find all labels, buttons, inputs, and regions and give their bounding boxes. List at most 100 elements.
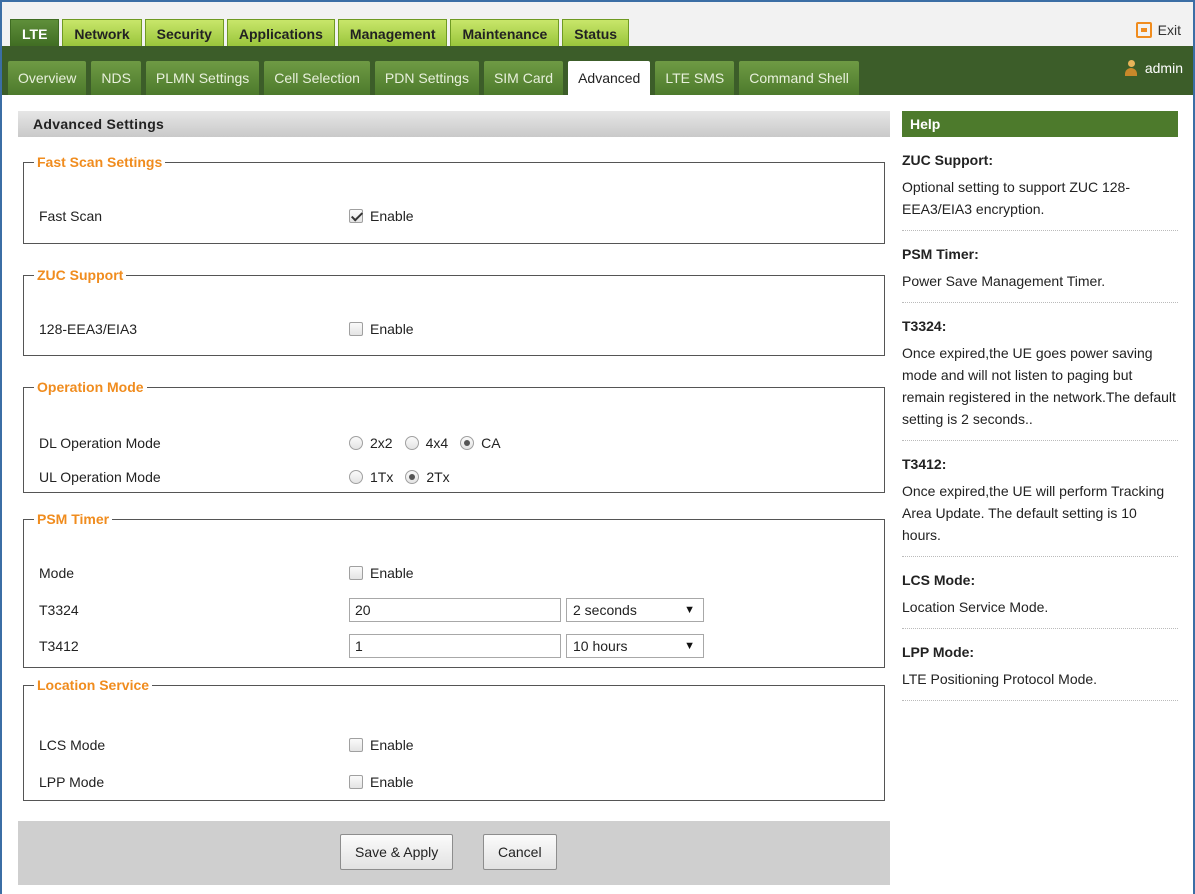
ul-option-1tx[interactable]: 1Tx <box>349 469 393 485</box>
location-service-group: Location Service LCS Mode Enable LPP Mod… <box>23 677 885 801</box>
action-bar: Save & Apply Cancel <box>18 821 890 885</box>
operation-mode-group: Operation Mode DL Operation Mode 2x2 4x4… <box>23 379 885 493</box>
exit-label: Exit <box>1157 22 1181 38</box>
t3412-input[interactable] <box>349 634 561 658</box>
lcs-mode-label: LCS Mode <box>39 737 106 753</box>
fast-scan-label: Fast Scan <box>39 208 103 224</box>
help-item-text: Power Save Management Timer. <box>902 273 1106 289</box>
subtab-nds[interactable]: NDS <box>91 61 141 95</box>
lpp-mode-label: LPP Mode <box>39 774 105 790</box>
psm-mode-enable[interactable]: Enable <box>349 565 414 581</box>
t3324-input[interactable] <box>349 598 561 622</box>
zuc-support-group: ZUC Support 128-EEA3/EIA3 Enable <box>23 267 885 356</box>
ul-2tx-label: 2Tx <box>426 469 450 485</box>
dl-2x2-radio[interactable] <box>349 436 363 450</box>
lpp-mode-enable[interactable]: Enable <box>349 774 414 790</box>
lpp-mode-checkbox[interactable] <box>349 775 363 789</box>
tab-maintenance[interactable]: Maintenance <box>450 19 560 47</box>
help-item-text: Once expired,the UE goes power saving mo… <box>902 345 1176 427</box>
user-name: admin <box>1144 60 1183 76</box>
fast-scan-enable[interactable]: Enable <box>349 208 414 224</box>
help-item-text: Once expired,the UE will perform Trackin… <box>902 483 1165 543</box>
subtab-pdn-settings[interactable]: PDN Settings <box>374 61 479 95</box>
help-item-title: T3412: <box>902 456 947 472</box>
zuc-checkbox[interactable] <box>349 322 363 336</box>
help-item-title: PSM Timer: <box>902 246 979 262</box>
chevron-down-icon: ▼ <box>684 640 695 652</box>
tab-status[interactable]: Status <box>562 19 630 47</box>
zuc-support-legend: ZUC Support <box>37 267 124 283</box>
subtab-sim-card[interactable]: SIM Card <box>483 61 564 95</box>
dl-ca-radio[interactable] <box>460 436 475 450</box>
help-title: Help <box>902 111 1178 137</box>
exit-button[interactable]: Exit <box>1135 22 1181 38</box>
t3324-unit-value: 2 seconds <box>573 602 637 618</box>
fast-scan-enable-label: Enable <box>370 208 414 224</box>
help-item-title: T3324: <box>902 318 947 334</box>
tab-security[interactable]: Security <box>144 19 224 47</box>
psm-timer-group: PSM Timer Mode Enable T3324 2 seconds ▼ … <box>23 511 885 668</box>
zuc-enable[interactable]: Enable <box>349 321 414 337</box>
zuc-enable-label: Enable <box>370 321 414 337</box>
subtab-advanced[interactable]: Advanced <box>568 61 651 95</box>
fast-scan-checkbox[interactable] <box>349 209 363 223</box>
lcs-mode-enable[interactable]: Enable <box>349 737 414 753</box>
zuc-label: 128-EEA3/EIA3 <box>39 321 138 337</box>
save-apply-button[interactable]: Save & Apply <box>340 834 454 870</box>
ul-1tx-radio[interactable] <box>349 470 363 484</box>
lcs-mode-enable-label: Enable <box>370 737 414 753</box>
tab-lte[interactable]: LTE <box>10 19 60 47</box>
ul-option-2tx[interactable]: 2Tx <box>405 469 450 485</box>
help-panel: ZUC Support: Optional setting to support… <box>902 137 1178 701</box>
ul-1tx-label: 1Tx <box>370 469 394 485</box>
help-item-t3324: T3324: Once expired,the UE goes power sa… <box>902 303 1178 441</box>
subtab-plmn-settings[interactable]: PLMN Settings <box>145 61 260 95</box>
psm-mode-enable-label: Enable <box>370 565 414 581</box>
help-item-lcs: LCS Mode: Location Service Mode. <box>902 557 1178 629</box>
dl-4x4-radio[interactable] <box>404 436 419 450</box>
top-nav-bar: LTE Network Security Applications Manage… <box>2 2 1193 47</box>
ul-2tx-radio[interactable] <box>405 470 420 484</box>
t3324-unit-select[interactable]: 2 seconds ▼ <box>566 598 704 622</box>
dl-4x4-label: 4x4 <box>425 435 449 451</box>
subtab-overview[interactable]: Overview <box>8 61 87 95</box>
ul-operation-mode-label: UL Operation Mode <box>39 469 161 485</box>
location-service-legend: Location Service <box>37 677 150 693</box>
subtab-cell-selection[interactable]: Cell Selection <box>264 61 370 95</box>
top-tabs: LTE Network Security Applications Manage… <box>10 19 630 47</box>
cancel-button[interactable]: Cancel <box>483 834 557 870</box>
lcs-mode-checkbox[interactable] <box>349 738 363 752</box>
dl-option-4x4[interactable]: 4x4 <box>404 435 449 451</box>
page-title: Advanced Settings <box>18 111 890 137</box>
help-item-title: ZUC Support: <box>902 152 993 168</box>
fast-scan-legend: Fast Scan Settings <box>37 154 163 170</box>
user-menu[interactable]: admin <box>1124 60 1183 76</box>
help-item-psm: PSM Timer: Power Save Management Timer. <box>902 231 1178 303</box>
help-item-zuc: ZUC Support: Optional setting to support… <box>902 137 1178 231</box>
tab-management[interactable]: Management <box>337 19 448 47</box>
dl-option-ca[interactable]: CA <box>460 435 501 451</box>
help-item-text: Location Service Mode. <box>902 599 1049 615</box>
dl-operation-mode-label: DL Operation Mode <box>39 435 161 451</box>
subtab-command-shell[interactable]: Command Shell <box>739 61 859 95</box>
operation-mode-legend: Operation Mode <box>37 379 144 395</box>
dl-option-2x2[interactable]: 2x2 <box>349 435 393 451</box>
t3412-unit-value: 10 hours <box>573 638 628 654</box>
psm-mode-checkbox[interactable] <box>349 566 363 580</box>
t3412-label: T3412 <box>39 638 79 654</box>
tab-network[interactable]: Network <box>62 19 142 47</box>
exit-icon <box>1135 22 1152 38</box>
lpp-mode-enable-label: Enable <box>370 774 414 790</box>
subtab-lte-sms[interactable]: LTE SMS <box>655 61 735 95</box>
fast-scan-group: Fast Scan Settings Fast Scan Enable <box>23 154 885 244</box>
tab-applications[interactable]: Applications <box>226 19 335 47</box>
help-item-title: LPP Mode: <box>902 644 975 660</box>
psm-mode-label: Mode <box>39 565 75 581</box>
help-item-text: LTE Positioning Protocol Mode. <box>902 671 1098 687</box>
dl-2x2-label: 2x2 <box>370 435 393 451</box>
chevron-down-icon: ▼ <box>684 604 695 616</box>
t3324-label: T3324 <box>39 602 79 618</box>
t3412-unit-select[interactable]: 10 hours ▼ <box>566 634 704 658</box>
help-item-title: LCS Mode: <box>902 572 976 588</box>
sub-tabs: Overview NDS PLMN Settings Cell Selectio… <box>8 61 859 95</box>
